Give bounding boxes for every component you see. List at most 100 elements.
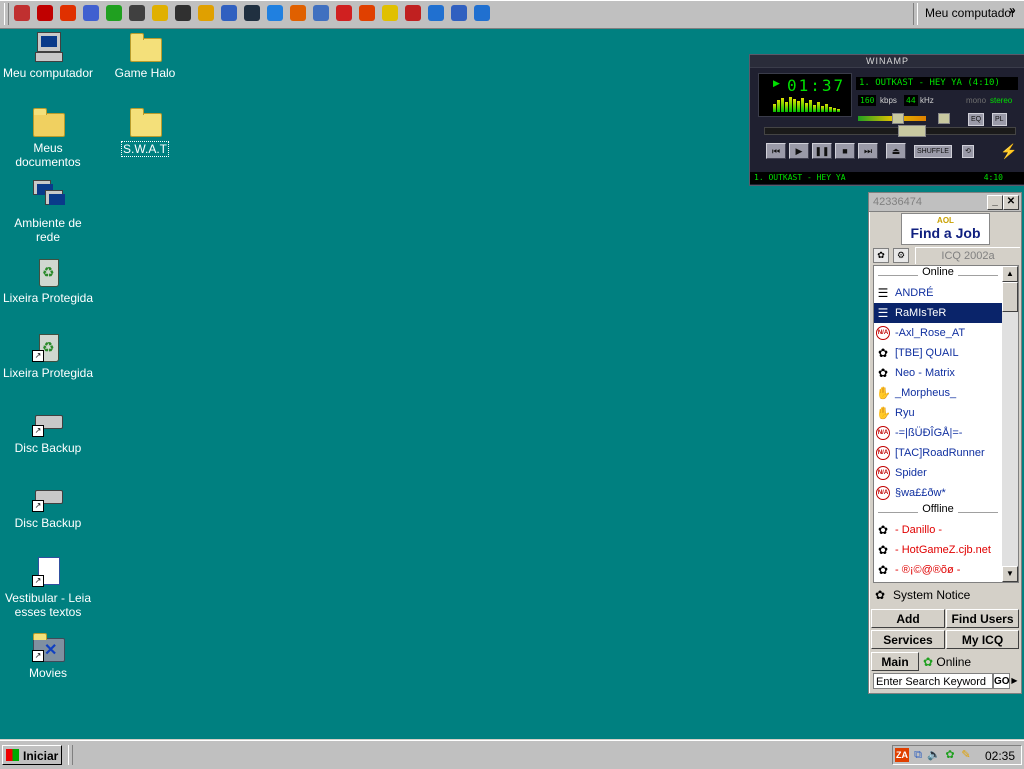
scroll-down-icon[interactable]: ▼	[1002, 566, 1018, 582]
scroll-thumb[interactable]	[1002, 282, 1018, 312]
contact-item[interactable]: ✿ Neo - Matrix	[874, 363, 1002, 383]
icq-settings-tab-icon[interactable]: ⚙	[893, 248, 909, 263]
icq-titlebar[interactable]: 42336474 _ ✕	[869, 193, 1021, 212]
group-header-offline[interactable]: Offline	[874, 503, 1002, 520]
minimize-icon[interactable]: _	[987, 195, 1003, 210]
winamp-seek-bar[interactable]	[764, 127, 1016, 135]
winamp-pl-toggle[interactable]: PL	[992, 113, 1007, 126]
winamp-volume-knob[interactable]	[892, 113, 904, 124]
contact-item[interactable]: ✋ Ryu	[874, 403, 1002, 423]
contact-item[interactable]: ✋ _Morpheus_	[874, 383, 1002, 403]
stop-icon[interactable]: ■	[835, 143, 855, 159]
contact-item[interactable]: N/A Spider	[874, 463, 1002, 483]
pause-icon[interactable]: ❚❚	[812, 143, 832, 159]
desktop-icon-my-computer[interactable]: Meu computador	[0, 30, 96, 80]
contact-item[interactable]: ✿ [TBE] QUAIL	[874, 343, 1002, 363]
network-icon[interactable]: ⧉	[911, 748, 925, 762]
contact-item[interactable]: ✿ - HotGameZ.cjb.net	[874, 540, 1002, 560]
search-input[interactable]: Enter Search Keyword	[873, 673, 993, 689]
start-button[interactable]: Iniciar	[2, 745, 62, 765]
mail-icon[interactable]	[14, 5, 30, 21]
clock[interactable]: 02:35	[985, 749, 1015, 763]
add-button[interactable]: Add	[871, 609, 945, 628]
image-icon[interactable]	[313, 5, 329, 21]
ie-icon[interactable]	[428, 5, 444, 21]
winamp-seek-knob[interactable]	[898, 125, 926, 137]
desktop-icon-my-documents[interactable]: Meus documentos	[0, 105, 96, 169]
icq-ad-banner[interactable]: AOL Find a Job	[901, 213, 990, 245]
contact-item[interactable]: N/A [TAC]RoadRunner	[874, 443, 1002, 463]
clover-icon[interactable]	[106, 5, 122, 21]
ie2-icon[interactable]	[474, 5, 490, 21]
desktop-icon-recycle-bin-shortcut[interactable]: ↗ Lixeira Protegida	[0, 330, 96, 380]
user-icon: ☰	[877, 286, 889, 300]
info-icon[interactable]	[221, 5, 237, 21]
pencil-icon[interactable]: ✎	[959, 748, 973, 762]
prev-track-icon[interactable]: ⏮	[766, 143, 786, 159]
lightning-icon[interactable]	[382, 5, 398, 21]
eject-icon[interactable]: ⏏	[886, 143, 906, 159]
go-button[interactable]: GO!	[993, 673, 1013, 689]
contact-item[interactable]: ✿ - Danillo -	[874, 520, 1002, 540]
my-icq-button[interactable]: My ICQ	[946, 630, 1019, 649]
system-notice[interactable]: ✿ System Notice	[873, 585, 1017, 605]
desktop-icon-recycle-bin[interactable]: Lixeira Protegida	[0, 255, 96, 305]
toolbar-chevron-button[interactable]: »	[1009, 3, 1016, 17]
status-button[interactable]: ✿ Online	[923, 653, 971, 672]
icq-window[interactable]: 42336474 _ ✕ AOL Find a Job ✿ ⚙ ICQ 2002…	[868, 192, 1022, 694]
desktop-icon-vestibular[interactable]: ↗ Vestibular - Leia esses textos	[0, 555, 96, 619]
my-computer-toolbar-label[interactable]: Meu computador	[925, 6, 1015, 20]
stop-icon[interactable]	[336, 5, 352, 21]
terminal-icon[interactable]	[244, 5, 260, 21]
desktop-icon-movies[interactable]: ✕ ↗ Movies	[0, 630, 96, 680]
winamp-eq-toggle[interactable]: EQ	[968, 113, 985, 126]
cd-player-icon[interactable]	[37, 5, 53, 21]
find-users-button[interactable]: Find Users	[946, 609, 1019, 628]
contact-item[interactable]: ☰ ANDRÉ	[874, 283, 1002, 303]
chat-icon[interactable]	[152, 5, 168, 21]
pencil-icon[interactable]	[198, 5, 214, 21]
move-icon[interactable]	[129, 5, 145, 21]
contact-item[interactable]: N/A §wa££ðw*	[874, 483, 1002, 503]
close-icon[interactable]: ✕	[1003, 195, 1019, 210]
desktop-icon-network[interactable]: Ambiente de rede	[0, 180, 96, 244]
winamp-repeat-toggle[interactable]: ⟲	[962, 145, 974, 158]
winamp-ticker[interactable]: 1. OUTKAST - HEY YA 4:10	[750, 172, 1024, 184]
cursor-icon[interactable]	[405, 5, 421, 21]
icq-version-tab[interactable]: ICQ 2002a	[915, 247, 1020, 264]
taskbar-grip[interactable]	[68, 745, 73, 765]
winamp-shuffle-toggle[interactable]: SHUFFLE	[914, 145, 952, 158]
winamp-balance-knob[interactable]	[938, 113, 950, 124]
group-header-online[interactable]: Online	[874, 266, 1002, 283]
volume-icon[interactable]: 🔈	[927, 748, 941, 762]
globe-icon[interactable]	[267, 5, 283, 21]
toolbar-grip[interactable]	[4, 3, 9, 25]
paint-icon[interactable]	[83, 5, 99, 21]
contact-item[interactable]: N/A -=|ßÜÐÎGÅ|=-	[874, 423, 1002, 443]
zonealarm-icon[interactable]: ZA	[895, 748, 909, 762]
zonealarm-icon[interactable]	[359, 5, 375, 21]
lightning-icon[interactable]: ⚡	[1000, 143, 1017, 160]
main-button[interactable]: Main	[871, 652, 919, 671]
winamp-titlebar[interactable]: WINAMP	[750, 55, 1024, 68]
play-icon[interactable]: ▶	[789, 143, 809, 159]
contact-list-scrollbar[interactable]: ▲ ▼	[1002, 265, 1019, 583]
contact-item[interactable]: ☰ RaMIsTeR	[874, 303, 1002, 323]
desktop-icon-swat[interactable]: S.W.A.T	[97, 105, 193, 157]
scroll-up-icon[interactable]: ▲	[1002, 266, 1018, 282]
film-icon[interactable]	[175, 5, 191, 21]
icq-flower-icon[interactable]: ✿	[943, 748, 957, 762]
winamp-window[interactable]: WINAMP ▶ 01:37 1. OUTKAST - HEY YA (4:10…	[749, 54, 1024, 186]
next-track-icon[interactable]: ⏭	[858, 143, 878, 159]
desktop-icon-disc-backup-2[interactable]: ↗ Disc Backup	[0, 480, 96, 530]
media-icon[interactable]	[60, 5, 76, 21]
outlook-icon[interactable]	[451, 5, 467, 21]
contact-item[interactable]: ✿ - ®¡©@®õø -	[874, 560, 1002, 580]
icq-flower-tab-icon[interactable]: ✿	[873, 248, 889, 263]
desktop-icon-game-halo[interactable]: Game Halo	[97, 30, 193, 80]
contact-item[interactable]: N/A -Axl_Rose_AT	[874, 323, 1002, 343]
go-arrow-icon[interactable]: ▶	[1010, 673, 1019, 689]
desktop-icon-disc-backup[interactable]: ↗ Disc Backup	[0, 405, 96, 455]
diamond-icon[interactable]	[290, 5, 306, 21]
services-button[interactable]: Services	[871, 630, 945, 649]
